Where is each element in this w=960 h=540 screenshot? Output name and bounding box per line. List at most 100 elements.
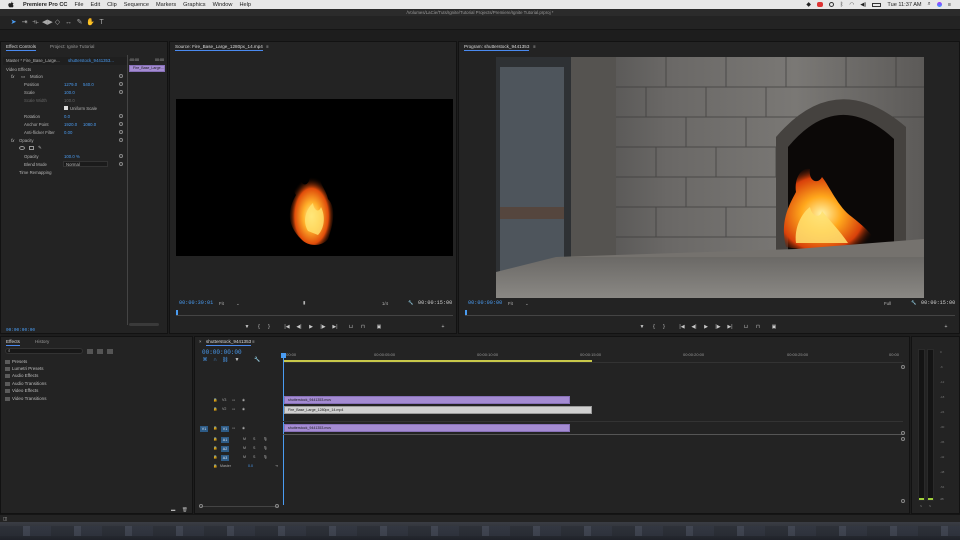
reset-icon[interactable] — [119, 82, 123, 86]
clip-label[interactable]: shutterstock_9441353... — [68, 58, 114, 63]
mini-clip[interactable]: Fire_Base_Large... — [129, 65, 165, 72]
scroll-handle[interactable] — [901, 365, 905, 369]
folder-audio-effects[interactable]: Audio Effects — [4, 373, 38, 378]
lock-icon[interactable]: 🔒 — [213, 446, 217, 450]
wifi-icon[interactable]: ◠ — [849, 2, 854, 8]
menu-sequence[interactable]: Sequence — [124, 2, 149, 8]
close-tab-icon[interactable]: × — [199, 339, 202, 344]
clock[interactable]: Tue 11:37 AM — [887, 2, 921, 8]
scroll-handle[interactable] — [275, 504, 279, 508]
source-timecode[interactable]: 00:00:30:01 — [179, 300, 213, 306]
track-select-icon[interactable]: ⇥ — [20, 18, 29, 27]
apple-icon[interactable] — [7, 1, 15, 8]
button-editor-icon[interactable]: + — [943, 324, 949, 330]
source-playhead[interactable] — [176, 310, 178, 315]
step-forward-icon[interactable]: |▶ — [715, 324, 721, 330]
nest-icon[interactable]: ⌘ — [202, 357, 208, 363]
reset-icon[interactable] — [119, 122, 123, 126]
mic-icon[interactable]: 🎙 — [263, 446, 268, 450]
clip-v3[interactable]: shutterstock_9441353.mov — [284, 396, 570, 404]
solo-button[interactable]: S — [253, 455, 255, 459]
anchor-x[interactable]: 1920.0 — [64, 122, 77, 127]
tab-sequence[interactable]: shutterstock_9441353 — [206, 339, 252, 346]
master-track-value[interactable]: 0.0 — [248, 464, 253, 468]
panel-menu-icon[interactable]: ≡ — [266, 44, 269, 49]
mute-button[interactable]: M — [243, 437, 246, 441]
mic-icon[interactable]: 🎙 — [263, 455, 268, 459]
rate-stretch-icon[interactable]: ◀▶ — [42, 18, 53, 27]
panel-menu-icon[interactable]: ≡ — [533, 44, 536, 49]
scroll-handle[interactable] — [901, 437, 905, 441]
clip-v2[interactable]: Fire_Base_Large_1280px_14.mp4 — [284, 406, 592, 414]
program-quality-dropdown[interactable]: Full — [884, 301, 891, 306]
rotation-value[interactable]: 0.0 — [64, 114, 70, 119]
mark-out-icon[interactable]: } — [661, 324, 667, 330]
track-label-a3[interactable]: A3 — [221, 455, 229, 461]
menu-graphics[interactable]: Graphics — [183, 2, 205, 8]
menu-window[interactable]: Window — [213, 2, 233, 8]
lock-icon[interactable]: 🔒 — [213, 437, 217, 441]
step-back-icon[interactable]: ◀| — [296, 324, 302, 330]
reset-icon[interactable] — [119, 162, 123, 166]
snap-icon[interactable]: ∩ — [212, 357, 218, 363]
ec-scroll[interactable] — [129, 323, 159, 326]
position-x[interactable]: 1279.0 — [64, 82, 77, 87]
motion-label[interactable]: Motion — [30, 74, 43, 79]
lock-icon[interactable]: 🔒 — [213, 455, 217, 459]
solo-button[interactable]: S — [253, 437, 255, 441]
32bit-effects-icon[interactable] — [97, 349, 103, 354]
notification-center-icon[interactable]: ≡ — [948, 2, 951, 8]
go-to-out-icon[interactable]: ▶| — [332, 324, 338, 330]
mute-button[interactable]: M — [243, 446, 246, 450]
slip-icon[interactable]: ↔ — [64, 18, 73, 27]
opacity-value[interactable]: 100.0 % — [64, 154, 80, 159]
timeline-timecode[interactable]: 00:00:00:00 — [202, 349, 242, 356]
solo-left-button[interactable]: S — [920, 504, 922, 508]
playhead-handle[interactable] — [281, 353, 286, 358]
bluetooth-icon[interactable]: ᛒ — [840, 2, 843, 8]
source-patch-v1[interactable]: V1 — [200, 426, 208, 432]
dropbox-icon[interactable]: ◆ — [806, 1, 811, 8]
type-icon[interactable]: T — [97, 18, 106, 27]
folder-presets[interactable]: Presets — [4, 359, 27, 364]
tab-source[interactable]: Source: Fire_Base_Large_1280px_14.mp4 — [175, 44, 263, 51]
program-fit-dropdown[interactable]: Fit — [508, 301, 513, 306]
play-icon[interactable]: ▶ — [308, 324, 314, 330]
hand-icon[interactable]: ✋ — [86, 18, 95, 27]
time-remap-label[interactable]: Time Remapping — [19, 170, 52, 175]
toggle-output-icon[interactable]: ▭ — [232, 426, 235, 430]
marker-icon[interactable]: ▼ — [639, 324, 645, 330]
export-frame-icon[interactable]: ▣ — [771, 324, 777, 330]
track-label-v2[interactable]: V2 — [222, 407, 226, 411]
export-frame-icon[interactable]: ▣ — [376, 324, 382, 330]
program-video[interactable] — [496, 57, 924, 298]
reset-icon[interactable] — [119, 90, 123, 94]
pen-icon[interactable]: ✎ — [75, 18, 84, 27]
program-playhead[interactable] — [465, 310, 467, 315]
yuv-effects-icon[interactable] — [107, 349, 113, 354]
source-quality-dropdown[interactable]: 1/4 — [382, 301, 388, 306]
mic-icon[interactable]: 🎙 — [263, 437, 268, 441]
tab-project[interactable]: Project: Ignite Tutorial — [50, 44, 94, 49]
program-settings-icon[interactable]: 🔧 — [911, 300, 916, 306]
go-to-in-icon[interactable]: |◀ — [679, 324, 685, 330]
track-label-a2[interactable]: A2 — [221, 446, 229, 452]
ellipse-mask-icon[interactable] — [19, 146, 25, 150]
mark-in-icon[interactable]: { — [256, 324, 262, 330]
tab-program[interactable]: Program: shutterstock_9441353 — [464, 44, 530, 51]
master-clip-label[interactable]: Master * Fire_Base_Large... — [6, 58, 60, 63]
eye-icon[interactable]: ◉ — [242, 407, 245, 411]
insert-icon[interactable]: ⊔ — [348, 324, 354, 330]
linked-selection-icon[interactable]: ⛓ — [222, 357, 228, 363]
time-ruler[interactable]: :00:00 00:00:05:00 00:00:10:00 00:00:15:… — [283, 351, 903, 363]
ec-timecode[interactable]: 00:00:00:00 — [6, 328, 35, 333]
toggle-output-icon[interactable]: ▭ — [232, 398, 235, 402]
timeline-vertical-scroll[interactable] — [901, 365, 906, 505]
anchor-y[interactable]: 1080.0 — [83, 122, 96, 127]
scroll-handle[interactable] — [901, 499, 905, 503]
lift-icon[interactable]: ⊔ — [743, 324, 749, 330]
lock-icon[interactable]: 🔒 — [213, 464, 217, 468]
source-scrubber[interactable] — [176, 312, 453, 316]
position-y[interactable]: 540.0 — [83, 82, 94, 87]
reset-icon[interactable] — [119, 130, 123, 134]
